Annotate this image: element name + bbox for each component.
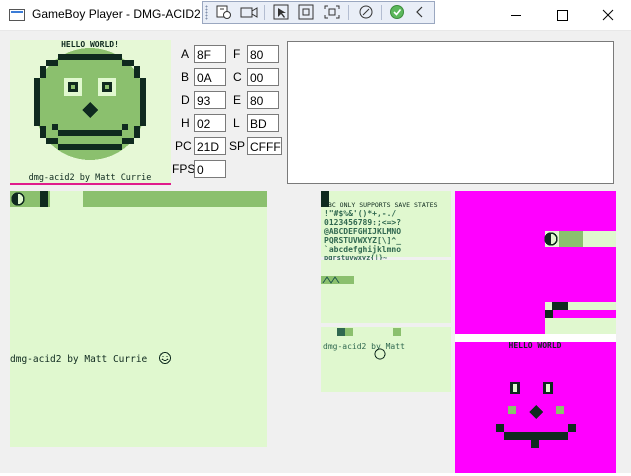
bg-map-canvas: dmg-acid2 by Matt Currie — [10, 191, 267, 365]
minimize-icon[interactable] — [493, 0, 539, 30]
reg-label-e: E — [233, 93, 242, 107]
lcd-screen[interactable]: HELLO WORLD! dmg-acid2 by Matt Currie — [10, 40, 171, 184]
sprite-canvas: HELLO WORLD — [455, 191, 616, 473]
screen-underline — [10, 183, 171, 185]
app-icon — [9, 9, 25, 21]
record-icon[interactable] — [239, 3, 259, 21]
reg-label-h: H — [181, 116, 190, 130]
tile-row-6: `abcdefghijklmno — [324, 244, 401, 254]
toolbar — [202, 1, 435, 24]
reg-field-b[interactable]: 0A — [194, 68, 226, 86]
tile-row-2: !"#$%&'()*+,-./ — [324, 209, 396, 218]
settings-icon[interactable] — [213, 3, 233, 21]
checkmark-icon[interactable] — [387, 3, 407, 21]
reg-field-f[interactable]: 80 — [247, 45, 279, 63]
tile-row-5: PQRSTUVWXYZ[\]^_ — [324, 236, 401, 245]
background-map-view[interactable]: dmg-acid2 by Matt Currie — [10, 191, 267, 447]
lcd-caption: dmg-acid2 by Matt Currie — [29, 173, 152, 183]
reg-field-sp[interactable]: CFFF — [247, 137, 282, 155]
log-output[interactable] — [287, 41, 614, 184]
reg-field-e[interactable]: 80 — [247, 91, 279, 109]
reg-label-sp: SP — [229, 139, 246, 153]
reg-field-pc[interactable]: 21D — [194, 137, 226, 155]
toolbar-separator — [381, 5, 382, 20]
reg-label-b: B — [181, 70, 190, 84]
sprite-view[interactable]: HELLO WORLD — [455, 191, 616, 473]
tile-data-view[interactable]: GBC ONLY SUPPORTS SAVE STATES !"#$%&'()*… — [321, 191, 451, 392]
reg-field-l[interactable]: BD — [247, 114, 279, 132]
reg-field-d[interactable]: 93 — [194, 91, 226, 109]
tile-row-4: @ABCDEFGHIJKLMNO — [324, 227, 401, 236]
toolbar-separator — [348, 5, 349, 20]
tile-row-3: 0123456789:;<=>? — [324, 218, 401, 227]
close-icon[interactable] — [585, 0, 631, 30]
chevron-left-icon[interactable] — [410, 3, 430, 21]
screenshot-icon[interactable] — [322, 3, 342, 21]
disk-icon[interactable] — [356, 3, 376, 21]
tile-row-1: GBC ONLY SUPPORTS SAVE STATES — [324, 201, 438, 209]
reg-field-a[interactable]: 8F — [194, 45, 226, 63]
stop-icon[interactable] — [296, 3, 316, 21]
reg-label-a: A — [181, 47, 190, 61]
reg-label-fps: FPS — [172, 162, 196, 176]
reg-label-pc: PC — [175, 139, 192, 153]
reg-label-f: F — [233, 47, 241, 61]
toolbar-grip-icon[interactable] — [205, 5, 208, 20]
reg-label-d: D — [181, 93, 190, 107]
title-bar[interactable]: GameBoy Player - DMG-ACID2 — [0, 0, 631, 31]
tile-glitch-row: dmg-acid2 by Matt — [323, 342, 405, 351]
maximize-icon[interactable] — [539, 0, 585, 30]
window-title: GameBoy Player - DMG-ACID2 — [32, 7, 201, 21]
toolbar-separator — [264, 5, 265, 20]
lcd-banner: HELLO WORLD! — [61, 40, 119, 49]
reg-label-l: L — [233, 116, 240, 130]
reg-field-c[interactable]: 00 — [247, 68, 279, 86]
reg-field-fps[interactable]: 0 — [194, 160, 226, 178]
reg-label-c: C — [233, 70, 242, 84]
sprite-banner: HELLO WORLD — [509, 341, 562, 350]
reg-field-h[interactable]: 02 — [194, 114, 226, 132]
tile-data-canvas: GBC ONLY SUPPORTS SAVE STATES !"#$%&'()*… — [321, 191, 451, 392]
cursor-icon[interactable] — [271, 3, 291, 21]
bg-map-caption: dmg-acid2 by Matt Currie — [10, 354, 148, 365]
lcd-face: HELLO WORLD! dmg-acid2 by Matt Currie — [29, 40, 152, 183]
